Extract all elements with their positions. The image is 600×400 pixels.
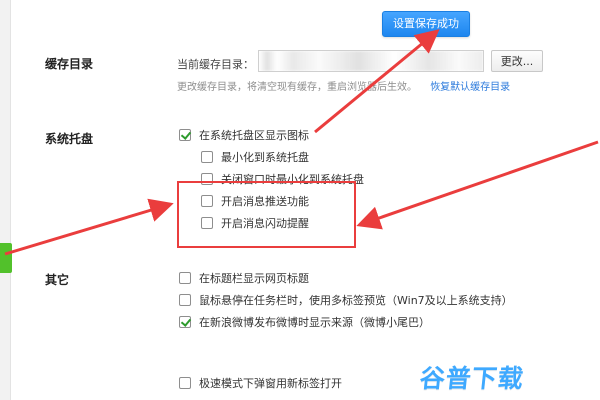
section-title-cache: 缓存目录: [45, 57, 94, 71]
left-green-tab: [0, 243, 12, 273]
annotation-highlight-box: [177, 181, 356, 248]
settings-page: 设置保存成功 缓存目录 当前缓存目录： 更改... 更改缓存目录，将清空现有缓存…: [0, 0, 600, 400]
cache-hint-text: 更改缓存目录，将清空现有缓存，重启浏览器后生效。: [177, 82, 417, 93]
checkbox[interactable]: [179, 377, 191, 389]
watermark-logo: 谷普下载: [418, 360, 526, 394]
option-label: 最小化到系统托盘: [221, 151, 309, 164]
tray-option-minimize-to-tray[interactable]: 最小化到系统托盘: [201, 149, 309, 165]
checkbox[interactable]: [179, 272, 191, 284]
option-label: 在系统托盘区显示图标: [199, 129, 309, 142]
arrow-from-right: [356, 140, 599, 230]
other-option-weibo-source[interactable]: 在新浪微博发布微博时显示来源（微博小尾巴）: [179, 314, 430, 330]
watermark-text: 谷普下载: [418, 364, 526, 393]
other-option-taskbar-preview[interactable]: 鼠标悬停在任务栏时，使用多标签预览（Win7及以上系统支持）: [179, 292, 513, 308]
change-cache-button[interactable]: 更改...: [491, 50, 543, 72]
current-cache-label: 当前缓存目录：: [177, 58, 254, 71]
save-success-toast: 设置保存成功: [382, 11, 470, 37]
other-option-popup-new-tab[interactable]: 极速模式下弹窗用新标签打开: [179, 375, 342, 391]
checkbox[interactable]: [179, 129, 191, 141]
other-option-title-bar[interactable]: 在标题栏显示网页标题: [179, 270, 309, 286]
option-label: 在标题栏显示网页标题: [199, 272, 309, 285]
section-title-other: 其它: [45, 273, 70, 287]
option-label: 在新浪微博发布微博时显示来源（微博小尾巴）: [199, 316, 430, 329]
section-title-tray: 系统托盘: [45, 132, 94, 146]
left-rail: [0, 0, 11, 400]
tray-option-show-icon[interactable]: 在系统托盘区显示图标: [179, 127, 309, 143]
option-label: 鼠标悬停在任务栏时，使用多标签预览（Win7及以上系统支持）: [199, 294, 513, 307]
restore-default-cache-link[interactable]: 恢复默认缓存目录: [430, 82, 510, 93]
cache-directory-field-wrap: [258, 50, 484, 72]
cache-directory-input[interactable]: [259, 53, 483, 71]
checkbox[interactable]: [201, 151, 213, 163]
checkbox[interactable]: [179, 294, 191, 306]
cache-hint: 更改缓存目录，将清空现有缓存，重启浏览器后生效。 恢复默认缓存目录: [177, 78, 510, 93]
checkbox[interactable]: [179, 316, 191, 328]
option-label: 极速模式下弹窗用新标签打开: [199, 377, 342, 390]
arrow-from-left: [4, 198, 174, 256]
